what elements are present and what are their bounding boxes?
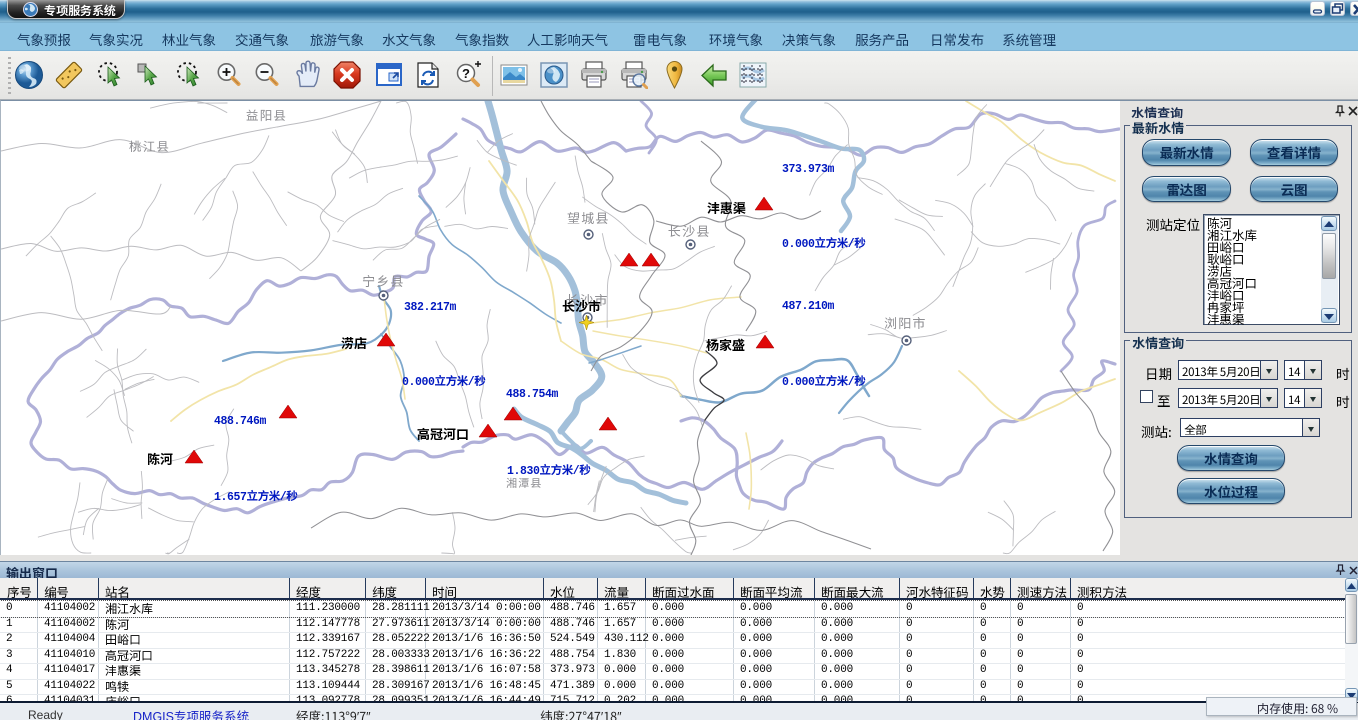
svg-text:?: ? xyxy=(462,66,470,81)
